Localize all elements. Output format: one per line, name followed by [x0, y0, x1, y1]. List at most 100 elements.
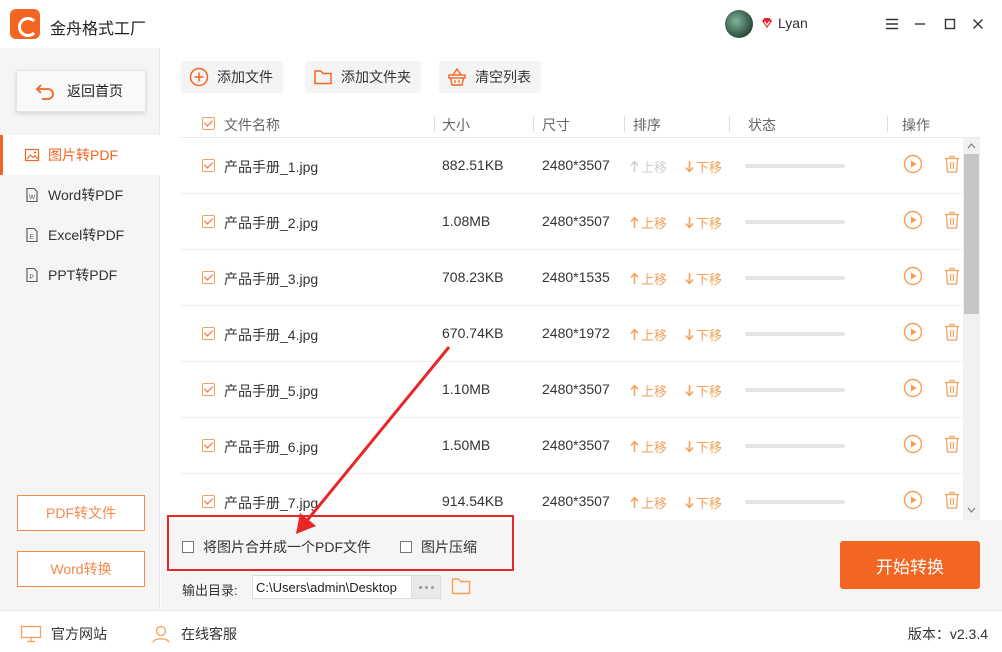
table-header: 文件名称 大小 尺寸 排序 状态 操作	[181, 110, 980, 138]
trash-icon[interactable]	[942, 210, 962, 230]
move-up-label: 上移	[641, 496, 668, 511]
maximize-icon	[944, 18, 956, 30]
column-divider	[887, 116, 888, 132]
move-down-label: 下移	[696, 272, 723, 287]
add-file-button[interactable]: 添加文件	[181, 61, 283, 93]
open-folder-icon[interactable]	[451, 577, 471, 595]
ellipsis-dot	[418, 585, 422, 589]
row-checkbox[interactable]	[202, 271, 215, 284]
table-row[interactable]: 产品手册_1.jpg 882.51KB 2480*3507 上移 下移	[181, 138, 963, 194]
table-row[interactable]: 产品手册_7.jpg 914.54KB 2480*3507 上移 下移	[181, 474, 963, 520]
play-icon[interactable]	[903, 378, 923, 398]
sidebar-item-word-to-pdf[interactable]: W Word转PDF	[0, 175, 160, 215]
username[interactable]: Lyan	[778, 15, 808, 31]
move-down-button[interactable]: 下移	[685, 213, 722, 232]
play-icon[interactable]	[903, 434, 923, 454]
table-row[interactable]: 产品手册_4.jpg 670.74KB 2480*1972 上移 下移	[181, 306, 963, 362]
arrow-down-icon	[685, 161, 694, 173]
browse-button[interactable]	[411, 575, 441, 599]
clear-list-button[interactable]: 清空列表	[439, 61, 541, 93]
maximize-button[interactable]	[938, 12, 962, 36]
move-down-button[interactable]: 下移	[685, 437, 722, 456]
play-icon[interactable]	[903, 154, 923, 174]
back-home-button[interactable]: 返回首页	[16, 70, 146, 112]
close-button[interactable]	[966, 12, 990, 36]
trash-icon[interactable]	[942, 434, 962, 454]
ellipsis-dot	[430, 585, 434, 589]
move-down-button[interactable]: 下移	[685, 157, 722, 176]
scroll-up-button[interactable]	[963, 138, 980, 154]
move-down-button[interactable]: 下移	[685, 381, 722, 400]
move-down-label: 下移	[696, 328, 723, 343]
move-up-button[interactable]: 上移	[630, 381, 667, 400]
move-down-button[interactable]: 下移	[685, 493, 722, 512]
row-checkbox[interactable]	[202, 159, 215, 172]
arrow-down-icon	[685, 273, 694, 285]
table-row[interactable]: 产品手册_3.jpg 708.23KB 2480*1535 上移 下移	[181, 250, 963, 306]
header-order: 排序	[633, 117, 661, 133]
row-checkbox[interactable]	[202, 215, 215, 228]
trash-icon[interactable]	[942, 154, 962, 174]
clear-list-label: 清空列表	[475, 69, 531, 85]
sidebar-item-excel-to-pdf[interactable]: E Excel转PDF	[0, 215, 160, 255]
output-path-field[interactable]: C:\Users\admin\Desktop	[252, 575, 412, 599]
monitor-icon	[20, 625, 42, 643]
move-up-button[interactable]: 上移	[630, 325, 667, 344]
excel-doc-icon: E	[26, 227, 38, 243]
basket-icon	[448, 67, 466, 86]
trash-icon[interactable]	[942, 378, 962, 398]
file-size: 670.74KB	[442, 325, 504, 341]
scrollbar-thumb[interactable]	[964, 154, 979, 314]
word-convert-button[interactable]: Word转换	[17, 551, 145, 587]
start-convert-button[interactable]: 开始转换	[840, 541, 980, 589]
file-dimensions: 2480*3507	[542, 493, 610, 509]
move-up-button[interactable]: 上移	[630, 157, 667, 176]
add-file-label: 添加文件	[217, 69, 273, 85]
sidebar-item-label: Excel转PDF	[48, 227, 125, 243]
minimize-icon	[915, 23, 925, 25]
file-dimensions: 2480*3507	[542, 381, 610, 397]
arrow-down-icon	[685, 329, 694, 341]
online-support-link[interactable]: 在线客服	[150, 624, 237, 644]
scroll-down-button[interactable]	[963, 502, 980, 518]
select-all-checkbox[interactable]	[202, 117, 215, 130]
table-row[interactable]: 产品手册_2.jpg 1.08MB 2480*3507 上移 下移	[181, 194, 963, 250]
pdf-to-file-button[interactable]: PDF转文件	[17, 495, 145, 531]
row-checkbox[interactable]	[202, 495, 215, 508]
trash-icon[interactable]	[942, 322, 962, 342]
move-up-button[interactable]: 上移	[630, 493, 667, 512]
ellipsis-dot	[424, 585, 428, 589]
play-icon[interactable]	[903, 490, 923, 510]
official-website-link[interactable]: 官方网站	[20, 624, 107, 644]
play-icon[interactable]	[903, 210, 923, 230]
row-checkbox[interactable]	[202, 383, 215, 396]
table-row[interactable]: 产品手册_6.jpg 1.50MB 2480*3507 上移 下移	[181, 418, 963, 474]
move-down-label: 下移	[696, 160, 723, 175]
move-up-button[interactable]: 上移	[630, 269, 667, 288]
minimize-button[interactable]	[908, 12, 932, 36]
move-down-button[interactable]: 下移	[685, 269, 722, 288]
avatar[interactable]	[725, 10, 753, 38]
trash-icon[interactable]	[942, 266, 962, 286]
row-checkbox[interactable]	[202, 327, 215, 340]
table-row[interactable]: 产品手册_5.jpg 1.10MB 2480*3507 上移 下移	[181, 362, 963, 418]
menu-button[interactable]	[880, 12, 904, 36]
file-dimensions: 2480*1972	[542, 325, 610, 341]
sidebar-item-image-to-pdf[interactable]: 图片转PDF	[0, 135, 160, 175]
column-divider	[624, 116, 625, 132]
arrow-down-icon	[685, 385, 694, 397]
sidebar-item-ppt-to-pdf[interactable]: P PPT转PDF	[0, 255, 160, 295]
move-up-label: 上移	[641, 160, 668, 175]
svg-text:E: E	[30, 234, 35, 241]
play-icon[interactable]	[903, 322, 923, 342]
progress-bar	[745, 332, 845, 336]
row-checkbox[interactable]	[202, 439, 215, 452]
move-up-label: 上移	[641, 216, 668, 231]
move-up-label: 上移	[641, 328, 668, 343]
add-folder-button[interactable]: 添加文件夹	[305, 61, 421, 93]
move-down-button[interactable]: 下移	[685, 325, 722, 344]
play-icon[interactable]	[903, 266, 923, 286]
move-up-button[interactable]: 上移	[630, 437, 667, 456]
trash-icon[interactable]	[942, 490, 962, 510]
move-up-button[interactable]: 上移	[630, 213, 667, 232]
